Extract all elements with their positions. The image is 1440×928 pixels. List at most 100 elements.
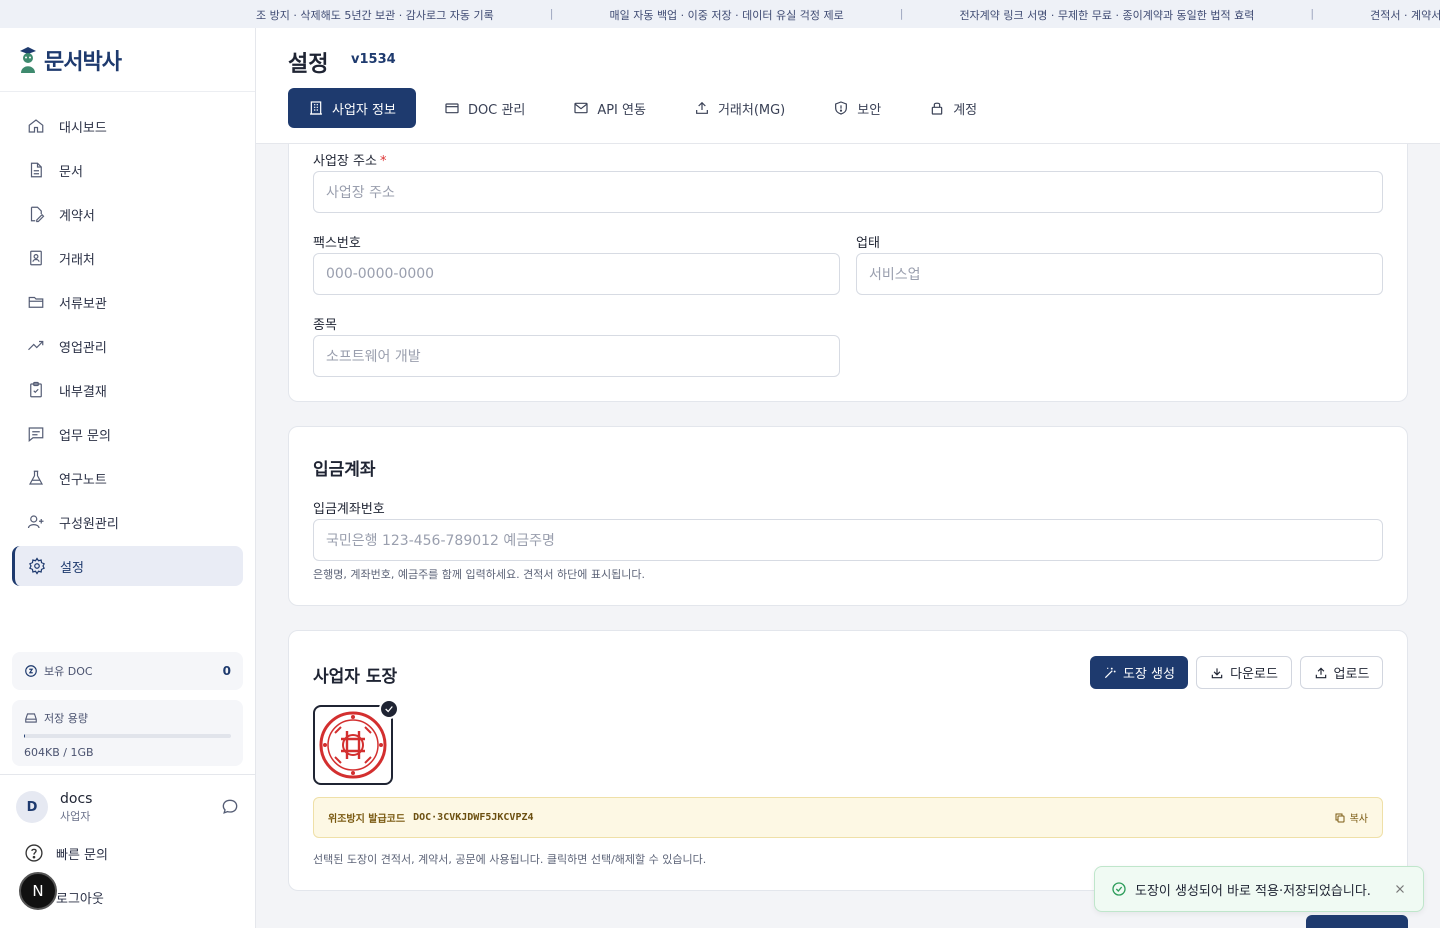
settings-tabs: 사업자 정보 DOC 관리 API 연동 거래처(MG) 보안 계정: [288, 88, 1005, 128]
brand-name: 문서박사: [44, 49, 122, 75]
sidebar-item-research[interactable]: 연구노트: [12, 458, 243, 498]
seal-hint: 선택된 도장이 견적서, 계약서, 공문에 사용됩니다. 클릭하면 선택/해제할…: [313, 853, 707, 866]
sidebar-item-label: 문서: [59, 164, 83, 180]
help-circle-icon: [24, 843, 44, 863]
seal-card-title: 사업자 도장: [313, 667, 398, 687]
ticker-item: 조 방지 · 삭제해도 5년간 보관 · 감사로그 자동 기록: [256, 9, 494, 22]
save-button[interactable]: [1306, 915, 1408, 928]
tab-business-info[interactable]: 사업자 정보: [288, 88, 416, 128]
sidebar-item-dashboard[interactable]: 대시보드: [12, 106, 243, 146]
sidebar-item-label: 서류보관: [59, 296, 107, 312]
sidebar-item-label: 영업관리: [59, 340, 107, 356]
user-plus-icon: [26, 512, 46, 532]
tab-doc-management[interactable]: DOC 관리: [424, 88, 545, 128]
business-type-input[interactable]: 서비스업: [856, 253, 1383, 295]
business-item-input[interactable]: 소프트웨어 개발: [313, 335, 840, 377]
storage-text: 604KB / 1GB: [24, 746, 94, 759]
home-icon: [26, 116, 46, 136]
sidebar-item-sales[interactable]: 영업관리: [12, 326, 243, 366]
contact-icon: [26, 248, 46, 268]
code-value: DOC·3CVKJDWF5JKCVPZ4: [413, 812, 534, 823]
folder-icon: [26, 292, 46, 312]
copy-code-button[interactable]: 복사: [1334, 810, 1368, 825]
tab-security[interactable]: 보안: [813, 88, 901, 128]
trend-icon: [26, 336, 46, 356]
doc-balance[interactable]: 보유 DOC 0: [12, 652, 243, 690]
download-icon: [1210, 666, 1224, 680]
user-role: 사업자: [60, 809, 91, 823]
announcement-ticker: 조 방지 · 삭제해도 5년간 보관 · 감사로그 자동 기록 | 매일 자동 …: [0, 0, 1440, 28]
flask-icon: [26, 468, 46, 488]
upload-seal-button[interactable]: 업로드: [1300, 656, 1383, 689]
clipboard-check-icon: [26, 380, 46, 400]
avatar: D: [16, 791, 48, 823]
sidebar: 문서박사 대시보드 문서 계약서 거래처 서류보관 영업관리 내부결재 업무 문…: [0, 28, 256, 928]
bank-account-input[interactable]: 국민은행 123-456-789012 예금주명: [313, 519, 1383, 561]
message-icon: [26, 424, 46, 444]
address-label: 사업장 주소 *: [313, 154, 387, 169]
gear-icon: [27, 556, 47, 576]
upload-icon: [694, 100, 710, 116]
upload-icon: [1314, 666, 1328, 680]
mail-icon: [573, 100, 589, 116]
tab-account[interactable]: 계정: [909, 88, 997, 128]
check-circle-icon: [1112, 882, 1126, 896]
sidebar-item-members[interactable]: 구성원관리: [12, 502, 243, 542]
tab-clients-mg[interactable]: 거래처(MG): [674, 88, 805, 128]
doc-balance-count: 0: [222, 664, 231, 678]
toast-message: 도장이 생성되어 바로 적용·저장되었습니다.: [1135, 883, 1371, 899]
storage-progress-fill: [24, 734, 26, 738]
sidebar-item-documents[interactable]: 문서: [12, 150, 243, 190]
seal-thumbnail[interactable]: [313, 705, 393, 785]
sidebar-item-label: 내부결재: [59, 384, 107, 400]
chat-bubble-icon[interactable]: [220, 797, 240, 817]
ticker-item: 견적서 · 계약서: [1370, 9, 1440, 22]
sidebar-item-label: 연구노트: [59, 472, 107, 488]
bank-account-hint: 은행명, 계좌번호, 예금주를 함께 입력하세요. 견적서 하단에 표시됩니다.: [313, 568, 645, 581]
business-item-label: 종목: [313, 318, 337, 333]
logout-link[interactable]: 로그아웃: [56, 886, 104, 908]
building-icon: [308, 100, 324, 116]
brand-logo[interactable]: 문서박사: [0, 28, 255, 92]
success-toast: 도장이 생성되어 바로 적용·저장되었습니다.: [1094, 866, 1424, 912]
page-header: 설정 v1534 사업자 정보 DOC 관리 API 연동 거래처(MG) 보안…: [256, 28, 1440, 144]
shield-icon: [833, 100, 849, 116]
card-icon: [444, 100, 460, 116]
fax-input[interactable]: 000-0000-0000: [313, 253, 840, 295]
sidebar-item-archive[interactable]: 서류보관: [12, 282, 243, 322]
sidebar-item-label: 거래처: [59, 252, 95, 268]
sidebar-item-approval[interactable]: 내부결재: [12, 370, 243, 410]
quick-inquiry-label: 빠른 문의: [56, 847, 108, 863]
sidebar-item-inquiry[interactable]: 업무 문의: [12, 414, 243, 454]
user-profile[interactable]: D docs 사업자: [16, 790, 240, 824]
code-label: 위조방지 발급코드: [328, 814, 406, 825]
sidebar-item-settings[interactable]: 설정: [12, 546, 243, 586]
drive-icon: [25, 713, 37, 723]
storage-progress-bar: [24, 734, 231, 738]
generate-seal-button[interactable]: 도장 생성: [1090, 656, 1188, 689]
contract-icon: [26, 204, 46, 224]
bank-account-label: 입금계좌번호: [313, 502, 385, 517]
download-seal-button[interactable]: 다운로드: [1196, 656, 1292, 689]
sidebar-item-label: 대시보드: [59, 120, 107, 136]
ticker-item: 매일 자동 백업 · 이중 저장 · 데이터 유실 걱정 제로: [609, 9, 844, 22]
quick-inquiry-link[interactable]: 빠른 문의: [24, 842, 108, 864]
doctor-mascot-icon: [20, 46, 36, 73]
seal-stamp-image: [319, 711, 387, 779]
copy-icon: [1335, 813, 1345, 822]
sidebar-item-contracts[interactable]: 계약서: [12, 194, 243, 234]
sidebar-item-clients[interactable]: 거래처: [12, 238, 243, 278]
dev-tools-badge[interactable]: N: [19, 872, 57, 910]
close-icon[interactable]: [1393, 882, 1407, 896]
sidebar-item-label: 업무 문의: [59, 428, 111, 444]
selected-check-icon: [379, 699, 399, 719]
storage-label: 저장 용량: [44, 712, 88, 725]
logout-label: 로그아웃: [56, 891, 104, 907]
magic-wand-icon: [1103, 666, 1117, 680]
document-icon: [26, 160, 46, 180]
tab-api[interactable]: API 연동: [553, 88, 666, 128]
address-input[interactable]: 사업장 주소: [313, 171, 1383, 213]
doc-balance-label: 보유 DOC: [44, 665, 93, 678]
version-label: v1534: [351, 52, 396, 67]
anti-forgery-code-bar: 위조방지 발급코드 DOC·3CVKJDWF5JKCVPZ4 복사: [313, 797, 1383, 838]
